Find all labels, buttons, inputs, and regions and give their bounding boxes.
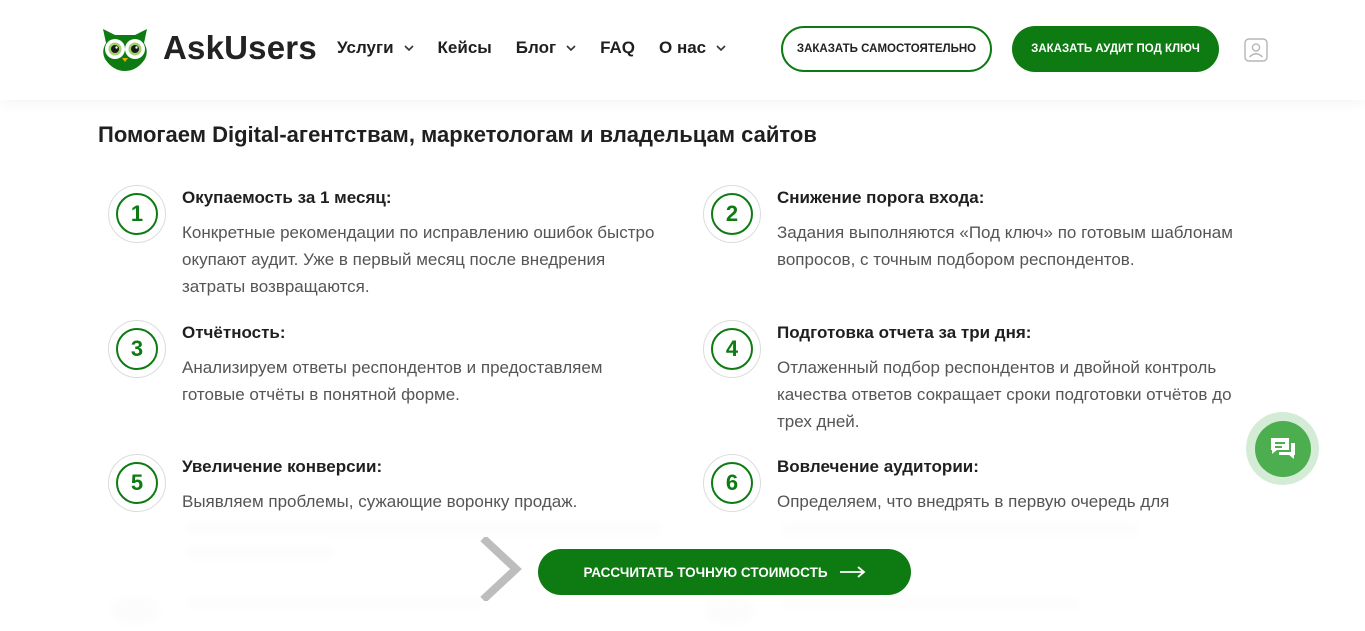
feature-title: Отчётность: (182, 323, 286, 342)
number-badge: 5 (108, 454, 166, 512)
number-badge: 3 (108, 320, 166, 378)
feature-text: Выявляем проблемы, сужающие воронку прод… (182, 492, 578, 511)
feature-text: Конкретные рекомендации по исправлению о… (182, 223, 655, 296)
section-title: Помогаем Digital-агентствам, маркетолога… (98, 122, 817, 147)
chevron-down-icon (716, 45, 726, 52)
logo-text: AskUsers (163, 29, 317, 66)
feature-title: Подготовка отчета за три дня: (777, 323, 1032, 342)
feature-title: Окупаемость за 1 месяц: (182, 188, 392, 207)
number-badge: 6 (703, 454, 761, 512)
logo[interactable]: AskUsers (97, 25, 317, 71)
number-badge-value: 2 (711, 193, 753, 235)
cta-label: РАССЧИТАТЬ ТОЧНУЮ СТОИМОСТЬ (583, 564, 828, 580)
nav-item-label: FAQ (600, 38, 636, 57)
order-self-button[interactable]: ЗАКАЗАТЬ САМОСТОЯТЕЛЬНО (781, 26, 992, 72)
chevron-down-icon (566, 45, 576, 52)
feature-text: Задания выполняются «Под ключ» по готовы… (777, 223, 1233, 269)
owl-logo-icon (103, 29, 147, 71)
feature-text: Определяем, что внедрять в первую очеред… (777, 492, 1170, 511)
site-header: AskUsers Услуги Кейсы Блог FAQ О нас ЗАК… (0, 0, 1365, 100)
user-icon[interactable] (1244, 38, 1268, 62)
number-badge: 2 (703, 185, 761, 243)
number-badge-value: 6 (711, 462, 753, 504)
feature-title: Вовлечение аудитории: (777, 457, 979, 476)
number-badge-value: 1 (116, 193, 158, 235)
chat-button-core (1254, 420, 1311, 477)
nav-item-label: Услуги (337, 38, 394, 57)
number-badge-value: 5 (116, 462, 158, 504)
order-audit-button[interactable]: ЗАКАЗАТЬ АУДИТ ПОД КЛЮЧ (1012, 26, 1219, 72)
number-badge: 1 (108, 185, 166, 243)
nav-item-label: Блог (515, 38, 557, 57)
chat-icon (1270, 437, 1295, 459)
chat-button[interactable] (1246, 412, 1319, 485)
arrow-right-icon (839, 566, 865, 578)
feature-title: Снижение порога входа: (777, 188, 985, 207)
nav-item-about[interactable]: О нас (659, 38, 726, 58)
number-badge: 4 (703, 320, 761, 378)
number-badge-value: 4 (711, 328, 753, 370)
nav-item-cases[interactable]: Кейсы (438, 38, 492, 58)
calculate-cost-button[interactable]: РАССЧИТАТЬ ТОЧНУЮ СТОИМОСТЬ (538, 549, 911, 595)
feature-text: Анализируем ответы респондентов и предос… (182, 358, 603, 404)
nav-item-services[interactable]: Услуги (337, 38, 414, 58)
feature-title: Увеличение конверсии: (182, 457, 383, 476)
nav-item-label: О нас (659, 38, 707, 57)
nav-item-faq[interactable]: FAQ (600, 38, 635, 58)
chevron-right-icon[interactable] (480, 537, 522, 601)
nav-item-label: Кейсы (437, 38, 492, 57)
feature-text: Отлаженный подбор респондентов и двойной… (777, 358, 1232, 431)
nav-item-blog[interactable]: Блог (516, 38, 576, 58)
number-badge-value: 3 (116, 328, 158, 370)
main-nav: Услуги Кейсы Блог FAQ О нас (337, 38, 750, 58)
chevron-down-icon (403, 45, 414, 52)
